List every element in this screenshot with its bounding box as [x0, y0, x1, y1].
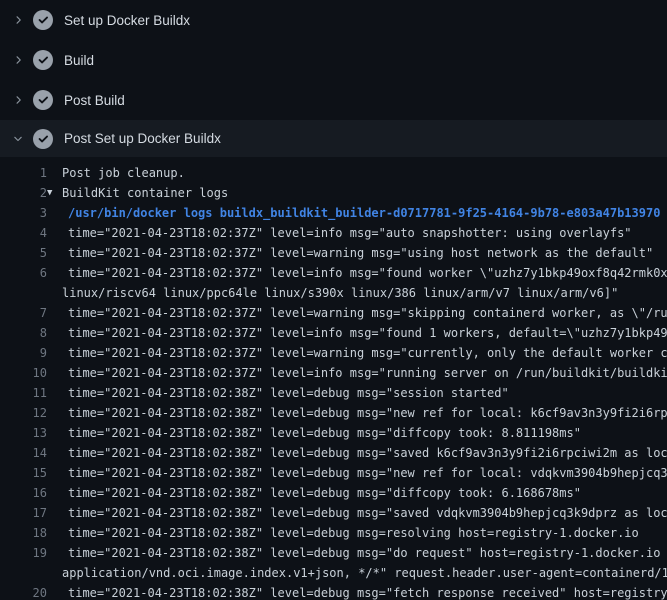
step-row-1[interactable]: Build	[0, 40, 667, 80]
check-circle-icon	[33, 90, 53, 110]
log-line: 4 time="2021-04-23T18:02:37Z" level=info…	[0, 223, 667, 243]
log-line: 18 time="2021-04-23T18:02:38Z" level=deb…	[0, 523, 667, 543]
log-line-text: time="2021-04-23T18:02:38Z" level=debug …	[68, 503, 667, 523]
log-line: application/vnd.oci.image.index.v1+json,…	[0, 563, 667, 583]
steps-list: Set up Docker Buildx Build	[0, 0, 667, 157]
line-number[interactable]: 2	[0, 183, 47, 203]
line-number[interactable]: 3	[0, 203, 47, 223]
line-number[interactable]: 18	[0, 523, 47, 543]
log-line-text: BuildKit container logs	[62, 183, 228, 203]
line-number[interactable]: 20	[0, 583, 47, 600]
log-line-text: time="2021-04-23T18:02:38Z" level=debug …	[68, 523, 639, 543]
line-number[interactable]: 1	[0, 163, 47, 183]
check-circle-icon	[33, 129, 53, 149]
line-number[interactable]: 5	[0, 243, 47, 263]
log-line: 15 time="2021-04-23T18:02:38Z" level=deb…	[0, 463, 667, 483]
log-line: 17 time="2021-04-23T18:02:38Z" level=deb…	[0, 503, 667, 523]
group-collapse-triangle-icon[interactable]: ▼	[47, 183, 59, 203]
log-line-text: time="2021-04-23T18:02:37Z" level=info m…	[68, 363, 667, 383]
log-line: 19 time="2021-04-23T18:02:38Z" level=deb…	[0, 543, 667, 563]
step-row-0[interactable]: Set up Docker Buildx	[0, 0, 667, 40]
line-number[interactable]: 8	[0, 323, 47, 343]
log-line: 13 time="2021-04-23T18:02:38Z" level=deb…	[0, 423, 667, 443]
chevron-right-icon[interactable]	[10, 92, 26, 108]
step-label: Build	[64, 53, 94, 68]
line-number	[0, 283, 47, 303]
log-line-text: time="2021-04-23T18:02:38Z" level=debug …	[68, 463, 667, 483]
step-row-3[interactable]: Post Set up Docker Buildx	[0, 120, 667, 157]
log-line-text: time="2021-04-23T18:02:38Z" level=debug …	[68, 583, 667, 600]
line-number[interactable]: 17	[0, 503, 47, 523]
log-line: 16 time="2021-04-23T18:02:38Z" level=deb…	[0, 483, 667, 503]
log-line: 7 time="2021-04-23T18:02:37Z" level=warn…	[0, 303, 667, 323]
line-number[interactable]: 11	[0, 383, 47, 403]
line-number	[0, 563, 47, 583]
log-line: linux/riscv64 linux/ppc64le linux/s390x …	[0, 283, 667, 303]
log-line-text: time="2021-04-23T18:02:37Z" level=warnin…	[68, 343, 667, 363]
log-line-text: time="2021-04-23T18:02:38Z" level=debug …	[68, 443, 667, 463]
log-line-text: time="2021-04-23T18:02:37Z" level=info m…	[68, 263, 667, 283]
log-line-text: time="2021-04-23T18:02:38Z" level=debug …	[68, 423, 581, 443]
line-number[interactable]: 4	[0, 223, 47, 243]
line-number[interactable]: 12	[0, 403, 47, 423]
line-number[interactable]: 6	[0, 263, 47, 283]
line-number[interactable]: 7	[0, 303, 47, 323]
log-line: 3 /usr/bin/docker logs buildx_buildkit_b…	[0, 203, 667, 223]
line-number[interactable]: 19	[0, 543, 47, 563]
log-group-header[interactable]: 2 ▼BuildKit container logs	[0, 183, 667, 203]
log-line-text: linux/riscv64 linux/ppc64le linux/s390x …	[62, 283, 618, 303]
log-panel: 1 Post job cleanup. 2 ▼BuildKit containe…	[0, 157, 667, 600]
step-label: Post Build	[64, 93, 125, 108]
check-circle-icon	[33, 50, 53, 70]
log-line-text: time="2021-04-23T18:02:38Z" level=debug …	[68, 543, 667, 563]
log-line: 11 time="2021-04-23T18:02:38Z" level=deb…	[0, 383, 667, 403]
log-line: 20 time="2021-04-23T18:02:38Z" level=deb…	[0, 583, 667, 600]
log-line-text: time="2021-04-23T18:02:37Z" level=info m…	[68, 223, 632, 243]
log-line-text: time="2021-04-23T18:02:37Z" level=info m…	[68, 323, 667, 343]
command-line-text: /usr/bin/docker logs buildx_buildkit_bui…	[68, 203, 660, 223]
log-line: 9 time="2021-04-23T18:02:37Z" level=warn…	[0, 343, 667, 363]
step-row-2[interactable]: Post Build	[0, 80, 667, 120]
line-number[interactable]: 10	[0, 363, 47, 383]
log-line: 1 Post job cleanup.	[0, 163, 667, 183]
log-line-text: time="2021-04-23T18:02:38Z" level=debug …	[68, 483, 581, 503]
log-line: 8 time="2021-04-23T18:02:37Z" level=info…	[0, 323, 667, 343]
chevron-down-icon[interactable]	[10, 131, 26, 147]
line-number[interactable]: 15	[0, 463, 47, 483]
line-number[interactable]: 16	[0, 483, 47, 503]
log-line: 6 time="2021-04-23T18:02:37Z" level=info…	[0, 263, 667, 283]
log-line-text: time="2021-04-23T18:02:37Z" level=warnin…	[68, 303, 667, 323]
log-line-text: Post job cleanup.	[62, 163, 185, 183]
log-line: 12 time="2021-04-23T18:02:38Z" level=deb…	[0, 403, 667, 423]
log-line: 10 time="2021-04-23T18:02:37Z" level=inf…	[0, 363, 667, 383]
log-line-text: time="2021-04-23T18:02:38Z" level=debug …	[68, 383, 509, 403]
log-line: 14 time="2021-04-23T18:02:38Z" level=deb…	[0, 443, 667, 463]
chevron-right-icon[interactable]	[10, 52, 26, 68]
line-number[interactable]: 9	[0, 343, 47, 363]
log-line: 5 time="2021-04-23T18:02:37Z" level=warn…	[0, 243, 667, 263]
line-number[interactable]: 14	[0, 443, 47, 463]
log-line-text: application/vnd.oci.image.index.v1+json,…	[62, 563, 667, 583]
step-label: Set up Docker Buildx	[64, 13, 190, 28]
step-label: Post Set up Docker Buildx	[64, 131, 221, 146]
check-circle-icon	[33, 10, 53, 30]
chevron-right-icon[interactable]	[10, 12, 26, 28]
log-line-text: time="2021-04-23T18:02:38Z" level=debug …	[68, 403, 667, 423]
log-line-text: time="2021-04-23T18:02:37Z" level=warnin…	[68, 243, 653, 263]
line-number[interactable]: 13	[0, 423, 47, 443]
